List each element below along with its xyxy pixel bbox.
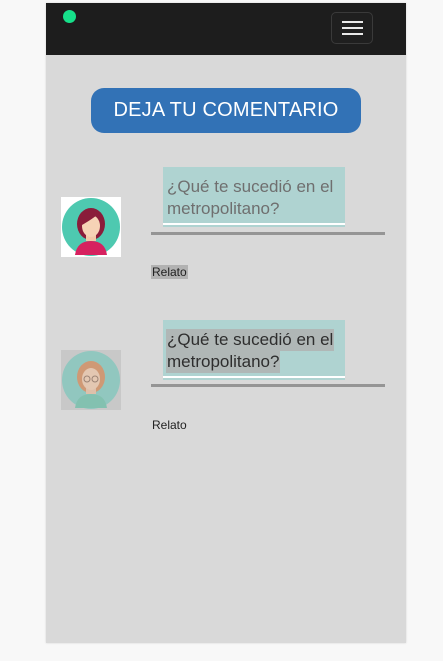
input-underline	[151, 232, 385, 235]
relato-link[interactable]: Relato	[151, 418, 188, 432]
divider	[163, 376, 345, 378]
relato-link[interactable]: Relato	[151, 265, 188, 279]
story-item: ¿Qué te sucedió en el metropolitano? Rel…	[46, 318, 406, 438]
leave-comment-button[interactable]: DEJA TU COMENTARIO	[91, 88, 361, 133]
question-box[interactable]: ¿Qué te sucedió en el metropolitano?	[163, 320, 345, 380]
question-line-2: metropolitano?	[167, 199, 280, 218]
divider	[163, 223, 345, 225]
question-line-1: ¿Qué te sucedió en el	[167, 177, 334, 196]
story-item: ¿Qué te sucedió en el metropolitano? Rel…	[46, 165, 406, 285]
hamburger-menu-icon[interactable]	[331, 12, 373, 44]
navbar	[46, 3, 406, 55]
woman-avatar-icon	[61, 350, 121, 410]
question-line-1: ¿Qué te sucedió en el	[166, 329, 335, 351]
question-line-2: metropolitano?	[166, 351, 281, 373]
question-box[interactable]: ¿Qué te sucedió en el metropolitano?	[163, 167, 345, 227]
status-indicator	[63, 10, 76, 23]
input-underline	[151, 384, 385, 387]
woman-avatar-icon	[61, 197, 121, 257]
app-screen: DEJA TU COMENTARIO ¿Qué te sucedió en el…	[46, 3, 406, 643]
